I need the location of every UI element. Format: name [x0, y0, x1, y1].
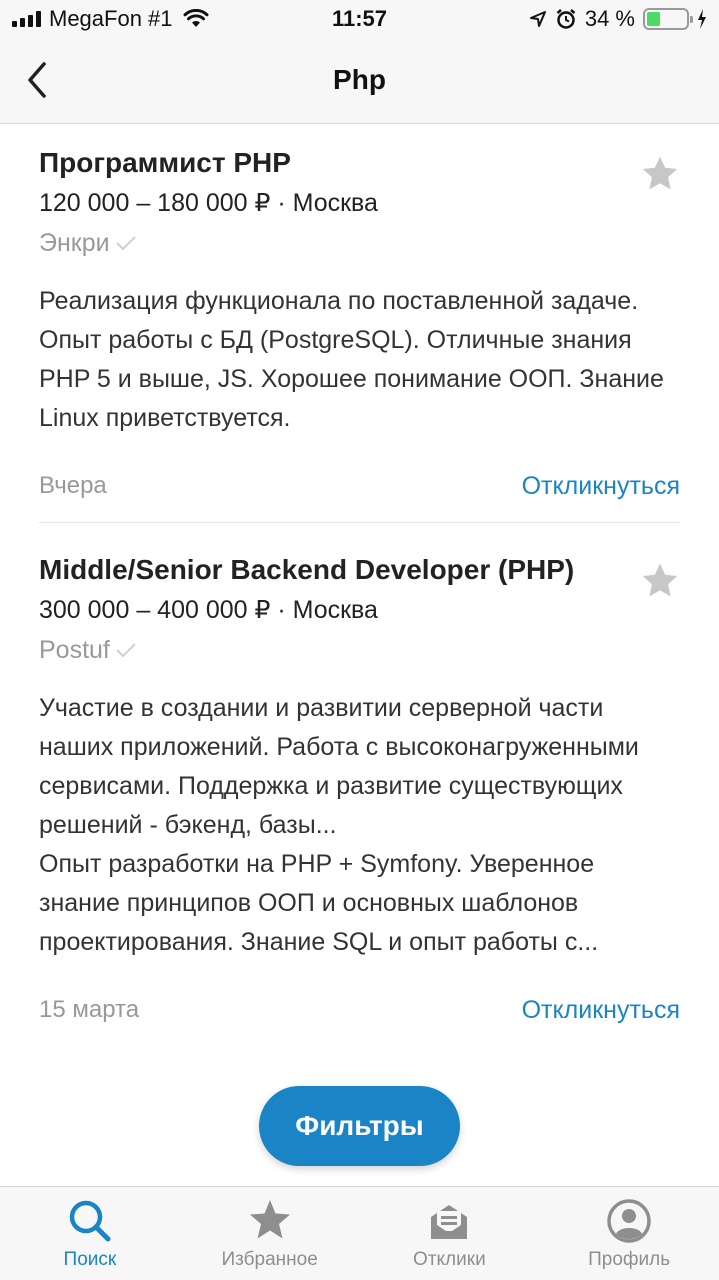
location-arrow-icon [529, 11, 546, 27]
tab-responses[interactable]: Отклики [360, 1187, 540, 1280]
favorite-star-icon[interactable] [638, 559, 682, 603]
responses-icon [431, 1205, 468, 1239]
vacancy-date: Вчера [39, 472, 107, 499]
tab-label: Поиск [63, 1249, 117, 1270]
vacancy-card[interactable]: Middle/Senior Backend Developer (PHP) 30… [39, 522, 680, 1046]
vacancy-salary: 300 000 – 400 000 ₽ · Москва [39, 596, 378, 624]
vacancy-company: Postuf [39, 633, 680, 667]
profile-icon [607, 1199, 651, 1243]
battery-icon [643, 8, 693, 30]
verified-check-icon [116, 643, 136, 658]
alarm-icon [556, 9, 576, 29]
tab-label: Профиль [588, 1249, 671, 1270]
star-icon [249, 1200, 290, 1239]
verified-check-icon [115, 236, 136, 251]
status-bar: MegaFon #1 11:57 34 % [0, 0, 719, 40]
search-icon [69, 1200, 111, 1242]
tab-profile[interactable]: Профиль [539, 1187, 719, 1280]
vacancy-footer: Вчера Откликнуться [39, 466, 680, 506]
filters-button[interactable]: Фильтры [259, 1086, 460, 1166]
vacancy-description: Участие в создании и развитии серверной … [39, 694, 639, 956]
vacancy-title[interactable]: Программист PHP [39, 144, 680, 182]
tab-label: Отклики [413, 1249, 486, 1270]
navigation-bar: Php [0, 40, 719, 124]
vacancy-card[interactable]: Программист PHP 120 000 – 180 000 ₽ · Мо… [39, 124, 680, 522]
vacancy-date: 15 марта [39, 996, 140, 1023]
company-name: Энкри [39, 229, 110, 257]
company-name: Postuf [39, 636, 110, 664]
vacancy-description: Реализация функционала по поставленной з… [39, 287, 664, 432]
tab-favorites[interactable]: Избранное [180, 1187, 360, 1280]
tab-label: Избранное [221, 1249, 318, 1270]
battery-fill [647, 12, 660, 26]
vacancy-list[interactable]: Программист PHP 120 000 – 180 000 ₽ · Мо… [0, 124, 719, 1186]
vacancy-company: Энкри [39, 226, 680, 260]
page-title: Php [333, 64, 386, 95]
respond-button[interactable]: Откликнуться [522, 996, 680, 1025]
tab-search[interactable]: Поиск [0, 1187, 180, 1280]
favorite-star-icon[interactable] [638, 152, 682, 196]
battery-percent: 34 % [584, 6, 635, 31]
vacancy-title[interactable]: Middle/Senior Backend Developer (PHP) [39, 551, 680, 589]
vacancy-salary: 120 000 – 180 000 ₽ · Москва [39, 189, 378, 217]
respond-button[interactable]: Откликнуться [522, 472, 680, 501]
tab-bar: Поиск Избранное Отклики Профиль [0, 1186, 719, 1280]
charging-bolt-icon [698, 9, 706, 29]
